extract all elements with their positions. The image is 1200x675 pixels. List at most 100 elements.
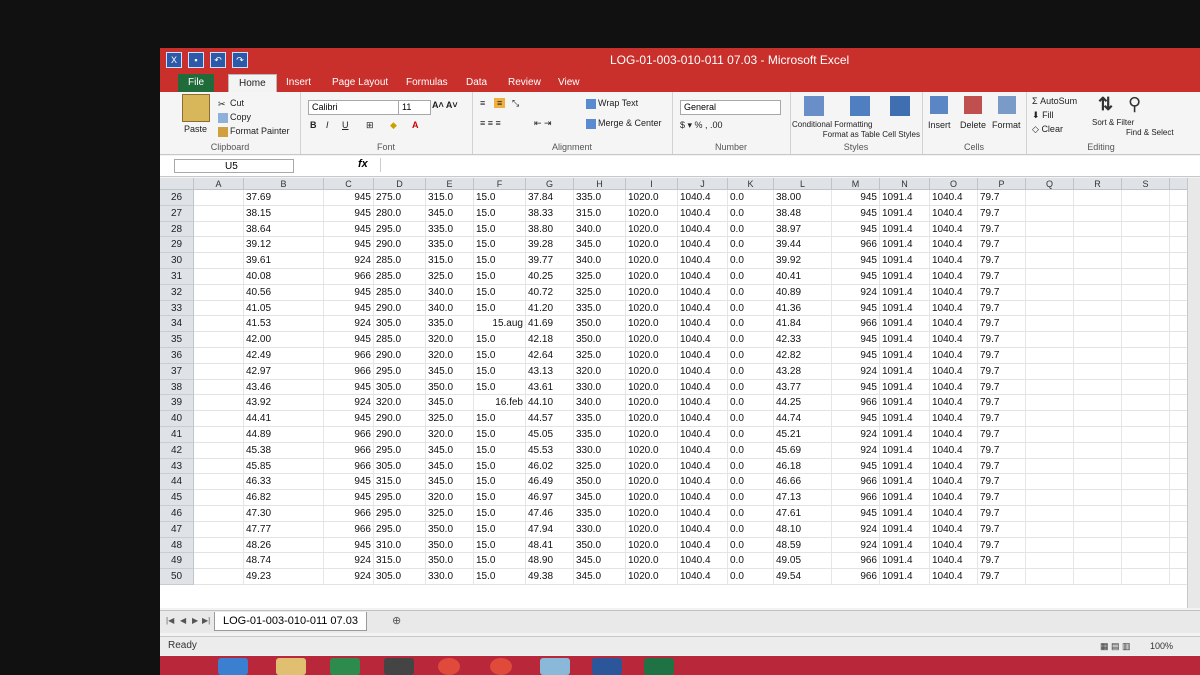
table-cell[interactable] (194, 332, 244, 348)
row-header[interactable]: 39 (160, 395, 194, 412)
table-cell[interactable]: 1091.4 (880, 190, 930, 206)
table-cell[interactable]: 43.77 (774, 379, 832, 396)
table-cell[interactable]: 1040.4 (930, 442, 978, 459)
table-cell[interactable]: 1091.4 (880, 411, 930, 427)
table-cell[interactable] (194, 395, 244, 412)
tab-data[interactable]: Data (456, 74, 497, 92)
table-cell[interactable]: 48.59 (774, 537, 832, 554)
clear-button[interactable]: ◇ Clear (1032, 124, 1063, 135)
table-cell[interactable] (1122, 237, 1170, 254)
column-header[interactable]: B (244, 178, 324, 190)
table-cell[interactable] (1122, 269, 1170, 285)
table-cell[interactable] (1026, 474, 1074, 491)
table-cell[interactable]: 15.0 (474, 537, 526, 554)
number-format-icons[interactable]: $ ▾ % , .00 (680, 120, 723, 131)
table-cell[interactable]: 945 (324, 221, 374, 238)
table-cell[interactable]: 345.0 (574, 553, 626, 570)
table-cell[interactable]: 945 (832, 506, 880, 522)
table-cell[interactable] (1074, 458, 1122, 475)
table-cell[interactable]: 1040.4 (930, 458, 978, 475)
table-cell[interactable]: 945 (324, 411, 374, 427)
row-header[interactable]: 27 (160, 205, 194, 222)
table-cell[interactable]: 1091.4 (880, 221, 930, 238)
row-header[interactable]: 28 (160, 221, 194, 238)
table-cell[interactable]: 49.38 (526, 569, 574, 585)
table-cell[interactable]: 1040.4 (930, 395, 978, 412)
table-cell[interactable]: 945 (832, 348, 880, 364)
format-button[interactable]: Format (992, 120, 1021, 130)
notepad-icon[interactable] (540, 658, 570, 675)
table-cell[interactable]: 1020.0 (626, 205, 678, 222)
table-cell[interactable]: 966 (324, 506, 374, 522)
table-cell[interactable]: 1091.4 (880, 553, 930, 570)
row-header[interactable]: 42 (160, 442, 194, 459)
first-sheet-icon[interactable]: |◀ (166, 616, 174, 625)
autosum-button[interactable]: Σ AutoSum (1032, 96, 1077, 106)
table-cell[interactable]: 79.7 (978, 284, 1026, 301)
table-cell[interactable]: 295.0 (374, 363, 426, 380)
number-format-select[interactable]: General (680, 100, 781, 115)
table-cell[interactable]: 1091.4 (880, 237, 930, 254)
table-cell[interactable]: 48.41 (526, 537, 574, 554)
table-cell[interactable]: 15.0 (474, 553, 526, 570)
table-cell[interactable]: 325.0 (574, 269, 626, 285)
table-cell[interactable]: 0.0 (728, 205, 774, 222)
table-cell[interactable] (1074, 316, 1122, 333)
bold-button[interactable]: B (310, 120, 317, 130)
table-cell[interactable] (1074, 284, 1122, 301)
table-cell[interactable]: 966 (832, 474, 880, 491)
table-cell[interactable]: 966 (324, 427, 374, 443)
table-cell[interactable]: 966 (324, 348, 374, 364)
table-cell[interactable] (1122, 395, 1170, 412)
table-cell[interactable]: 1040.4 (930, 506, 978, 522)
table-cell[interactable] (1122, 316, 1170, 333)
table-cell[interactable]: 1091.4 (880, 332, 930, 348)
table-cell[interactable]: 1040.4 (930, 379, 978, 396)
table-cell[interactable]: 38.00 (774, 190, 832, 206)
table-cell[interactable]: 1091.4 (880, 316, 930, 333)
table-cell[interactable]: 945 (324, 300, 374, 317)
table-cell[interactable]: 37.84 (526, 190, 574, 206)
table-cell[interactable] (1026, 316, 1074, 333)
table-cell[interactable]: 1020.0 (626, 537, 678, 554)
table-cell[interactable]: 44.41 (244, 411, 324, 427)
table-cell[interactable]: 40.89 (774, 284, 832, 301)
table-cell[interactable]: 44.89 (244, 427, 324, 443)
table-cell[interactable]: 41.53 (244, 316, 324, 333)
table-cell[interactable] (1026, 221, 1074, 238)
table-cell[interactable]: 79.7 (978, 316, 1026, 333)
table-cell[interactable]: 46.66 (774, 474, 832, 491)
table-cell[interactable]: 1020.0 (626, 221, 678, 238)
table-cell[interactable]: 945 (324, 190, 374, 206)
column-header[interactable]: O (930, 178, 978, 190)
table-cell[interactable]: 1020.0 (626, 506, 678, 522)
table-cell[interactable]: 1040.4 (930, 348, 978, 364)
merge-center-button[interactable]: Merge & Center (586, 118, 662, 129)
table-cell[interactable]: 39.12 (244, 237, 324, 254)
table-cell[interactable]: 15.0 (474, 269, 526, 285)
cut-button[interactable]: ✂ Cut (218, 98, 244, 109)
table-cell[interactable]: 966 (324, 363, 374, 380)
table-cell[interactable]: 0.0 (728, 379, 774, 396)
table-cell[interactable]: 79.7 (978, 363, 1026, 380)
table-cell[interactable] (1074, 537, 1122, 554)
table-cell[interactable]: 1091.4 (880, 490, 930, 506)
sort-filter-icon[interactable]: ⇅ (1098, 94, 1113, 115)
table-cell[interactable]: 1040.4 (930, 537, 978, 554)
file-explorer-icon[interactable] (276, 658, 306, 675)
word-icon[interactable] (592, 658, 622, 675)
table-cell[interactable]: 335.0 (574, 506, 626, 522)
table-cell[interactable]: 39.44 (774, 237, 832, 254)
table-cell[interactable] (1026, 363, 1074, 380)
table-cell[interactable]: 0.0 (728, 537, 774, 554)
table-cell[interactable]: 305.0 (374, 569, 426, 585)
table-cell[interactable]: 42.97 (244, 363, 324, 380)
table-cell[interactable]: 47.13 (774, 490, 832, 506)
table-cell[interactable]: 41.69 (526, 316, 574, 333)
table-cell[interactable]: 345.0 (574, 237, 626, 254)
table-cell[interactable]: 40.25 (526, 269, 574, 285)
table-cell[interactable]: 42.33 (774, 332, 832, 348)
table-cell[interactable]: 1040.4 (930, 427, 978, 443)
table-cell[interactable] (1122, 427, 1170, 443)
redo-icon[interactable]: ↷ (232, 52, 248, 68)
